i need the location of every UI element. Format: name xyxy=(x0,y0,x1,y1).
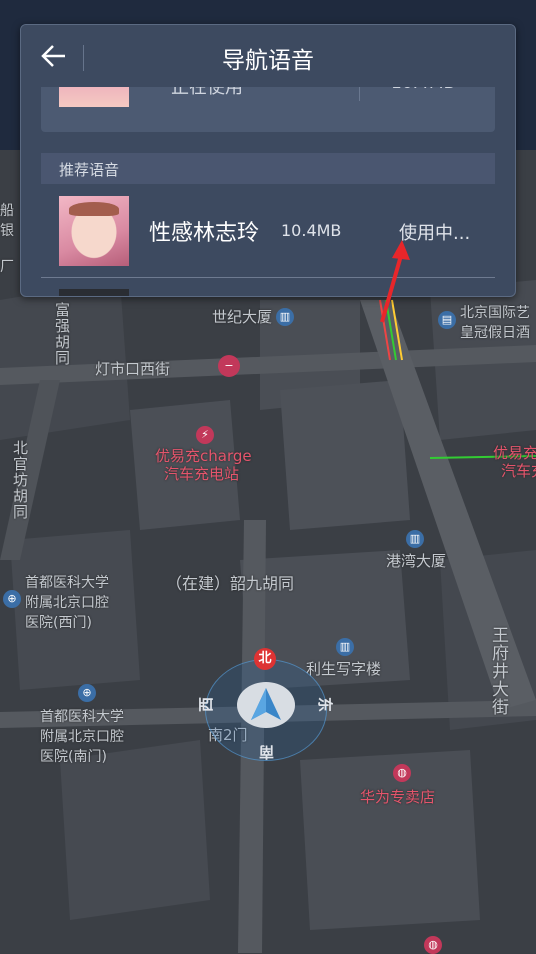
map-label-huawei: 华为专卖店 xyxy=(360,788,436,806)
shop-icon: ◍ xyxy=(424,936,442,954)
section-title: 推荐语音 xyxy=(59,161,120,179)
map-label-beiguanfang: 北官坊胡同 xyxy=(11,440,29,520)
map-label-shaojiu: （在建）韶九胡同 xyxy=(166,574,295,593)
map-label-gangwan: 港湾大厦 xyxy=(386,552,447,570)
map-label-left-edge: 船 银 xyxy=(0,203,14,239)
voice-size: 10.4MB xyxy=(281,221,342,240)
map-label-left-edge2: 厂 xyxy=(0,259,14,275)
map-label-shoudu-west: 首都医科大学 附属北京口腔 医院(西门) xyxy=(25,575,109,631)
location-marker[interactable] xyxy=(237,682,295,728)
voice-name: 性感林志玲 xyxy=(149,221,260,246)
section-header: 推荐语音 xyxy=(41,153,495,184)
no-entry-icon: − xyxy=(218,355,240,377)
panel-header: 导航语音 xyxy=(21,25,515,87)
page-title: 导航语音 xyxy=(222,48,314,74)
navigation-arrow-icon xyxy=(251,688,281,720)
voice-avatar xyxy=(59,196,129,266)
next-voice-avatar xyxy=(59,289,129,296)
hospital-icon: ⊕ xyxy=(3,590,21,608)
map-label-wangfujing: 王府井大街 xyxy=(488,626,508,716)
map-label-dengshikou: 灯市口西街 xyxy=(95,360,171,378)
compass-south: 南 xyxy=(259,743,275,761)
annotation-arrow-icon xyxy=(380,240,410,323)
map-label-youyichong-sub: 汽车充电站 xyxy=(164,465,240,483)
building-icon: ▥ xyxy=(276,308,294,326)
compass-west: 西 xyxy=(197,696,216,713)
shop-icon: ◍ xyxy=(393,764,411,782)
charge-station-icon: ⚡ xyxy=(196,426,214,444)
map-label-lisheng: 利生写字楼 xyxy=(306,660,382,678)
voice-panel: 正在使用 10.4MB 导航语音 推荐语音 性感林志玲 10.4MB 使用中..… xyxy=(20,24,516,297)
building-icon: ▥ xyxy=(336,638,354,656)
map-label-century: 世纪大厦 xyxy=(212,308,273,326)
map-label-shoudu-south: 首都医科大学 附属北京口腔 医院(南门) xyxy=(40,709,124,765)
hospital-icon: ⊕ xyxy=(78,684,96,702)
map-label-fuqiang: 富强胡同 xyxy=(53,302,71,366)
map-label-youyichong-right-sub: 汽车充 xyxy=(501,462,536,480)
compass-north: 北 xyxy=(254,648,276,670)
hotel-icon: ▤ xyxy=(438,311,456,329)
map-label-beijing-intl: 北京国际艺 皇冠假日酒 xyxy=(460,305,530,341)
compass-east: 东 xyxy=(316,696,335,713)
building-icon: ▥ xyxy=(406,530,424,548)
